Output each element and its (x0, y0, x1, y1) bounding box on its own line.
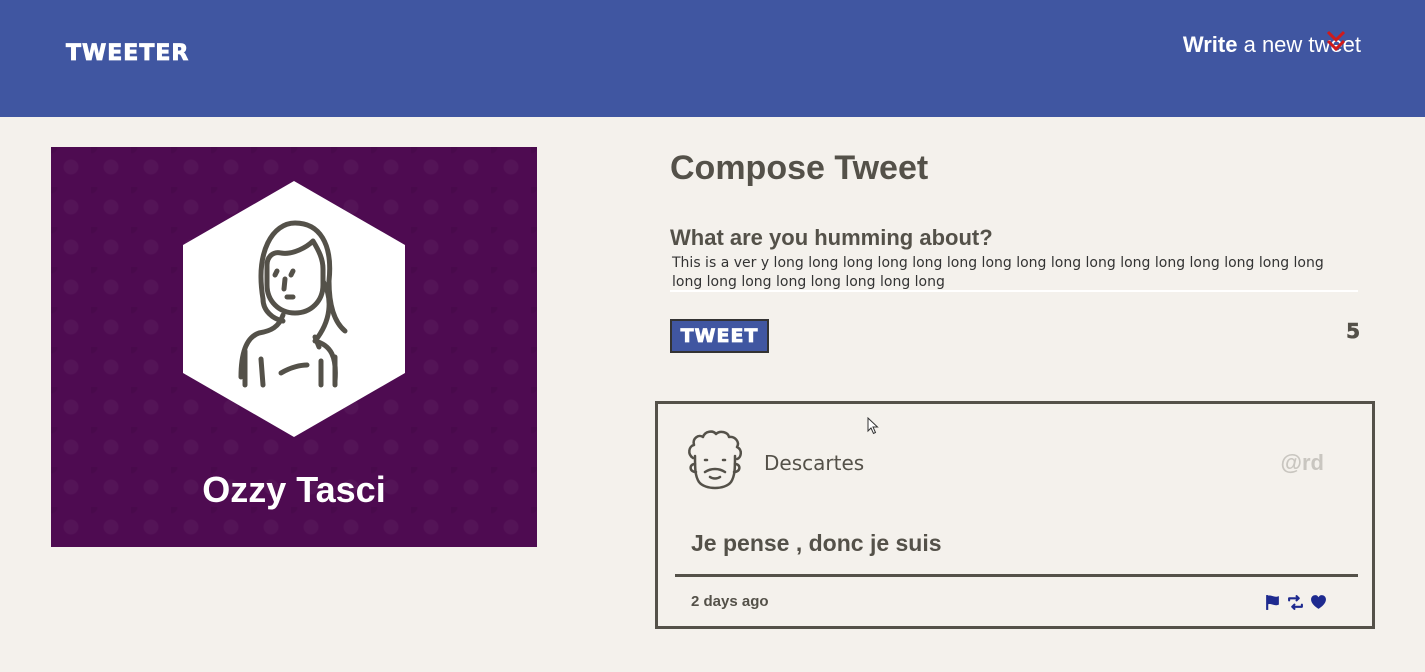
tweet-author-handle: @rd (1280, 450, 1324, 475)
tweet-divider (675, 574, 1358, 577)
tweet-content: Je pense , donc je suis (691, 530, 942, 556)
logo[interactable]: TWEETER (66, 41, 189, 67)
retweet-icon[interactable] (1287, 594, 1304, 611)
flag-icon[interactable] (1264, 594, 1281, 611)
tweet-card: Descartes @rd Je pense , donc je suis 2 … (655, 401, 1375, 629)
tweet-text-input[interactable]: This is a ver y long long long long long… (670, 254, 1358, 292)
profile-name: Ozzy Tasci (202, 469, 386, 510)
tweet-button[interactable]: TWEET (670, 319, 769, 353)
mouse-cursor-icon (867, 417, 879, 435)
character-counter: 5 (1346, 319, 1361, 344)
tweet-actions (1264, 594, 1327, 611)
bearded-man-avatar-icon (688, 430, 742, 490)
heart-icon[interactable] (1310, 594, 1327, 611)
double-chevron-down-icon[interactable] (1325, 30, 1347, 52)
tweet-author-name: Descartes (764, 451, 865, 475)
compose-label: What are you humming about? (670, 225, 993, 250)
profile-card: Ozzy Tasci (51, 147, 537, 547)
compose-section: Compose Tweet What are you humming about… (670, 145, 1360, 353)
compose-title: Compose Tweet (670, 149, 929, 187)
tweet-date: 2 days ago (691, 593, 769, 610)
top-nav: TWEETER Write a new tweet (0, 0, 1425, 117)
profile-avatar (183, 181, 405, 437)
